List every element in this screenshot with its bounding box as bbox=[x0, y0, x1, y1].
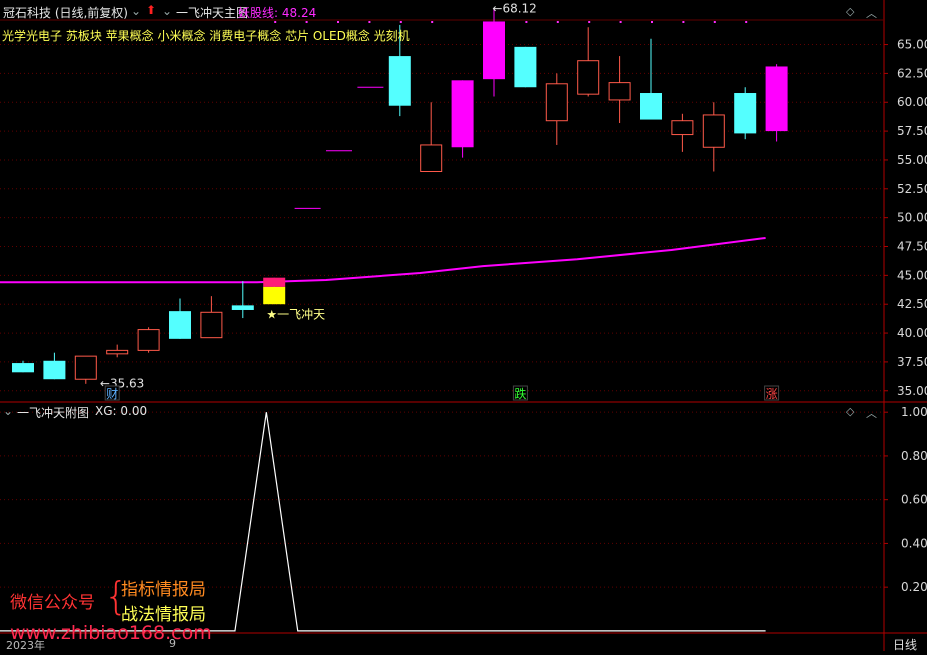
signal-dot bbox=[305, 21, 308, 23]
y-tick-label: 45.00 bbox=[897, 268, 927, 282]
signal-dot bbox=[682, 21, 685, 23]
candle-body bbox=[137, 329, 160, 351]
candle-body bbox=[12, 363, 34, 373]
candle-body bbox=[74, 355, 97, 380]
candle-body bbox=[514, 46, 537, 88]
candle-body bbox=[734, 93, 757, 134]
y-tick-label: 47.50 bbox=[897, 240, 927, 254]
signal-dot bbox=[619, 21, 622, 23]
diamond-icon[interactable]: ◇ bbox=[846, 5, 854, 18]
chart-canvas[interactable]: 35.00 37.50 40.00 42.50 45.00 47.50 50.00 52.50… bbox=[0, 0, 927, 651]
y-tick-label: 1.00 bbox=[901, 405, 927, 419]
candle-body bbox=[640, 93, 662, 120]
signal-dot bbox=[399, 21, 402, 23]
watermark-wechat: 微信公众号 bbox=[10, 593, 95, 613]
y-tick-label: 52.50 bbox=[897, 182, 927, 196]
dropdown-icon[interactable]: ⌄ bbox=[162, 4, 172, 18]
sub-dropdown-icon[interactable]: ⌄ bbox=[3, 404, 13, 418]
candle-body bbox=[545, 83, 568, 122]
signal-dot bbox=[556, 21, 559, 23]
candle-body bbox=[483, 21, 505, 80]
sub-indicator-title[interactable]: 一飞冲天附图 bbox=[17, 404, 89, 421]
period-button[interactable]: 日线 bbox=[893, 636, 917, 653]
y-tick-label: 0.80 bbox=[901, 449, 927, 463]
xg-value: XG: 0.00 bbox=[95, 404, 148, 418]
candle-body bbox=[420, 144, 443, 172]
candle-body bbox=[671, 120, 694, 136]
yaogu-line bbox=[0, 236, 766, 284]
yaogu-line-value: 妖股线: 48.24 bbox=[238, 6, 317, 20]
concept-tags: 光学光电子 苏板块 苹果概念 小米概念 消费电子概念 芯片 OLED概念 光刻机 bbox=[2, 29, 410, 43]
y-tick-label: 57.50 bbox=[897, 124, 927, 138]
y-tick-label: 0.60 bbox=[901, 493, 927, 507]
price-annotation: ←68.12 bbox=[492, 2, 536, 16]
signal-dot bbox=[525, 21, 528, 23]
y-tick-label: 35.00 bbox=[897, 384, 927, 398]
candle-body bbox=[263, 286, 286, 305]
signal-dot bbox=[368, 21, 371, 23]
signal-dot bbox=[713, 21, 716, 23]
diamond-icon[interactable]: ◇ bbox=[846, 405, 854, 418]
signal-dot bbox=[745, 21, 748, 23]
candle-body bbox=[577, 60, 600, 95]
signal-dot bbox=[651, 21, 653, 23]
y-tick-label: 40.00 bbox=[897, 326, 927, 340]
candle-body bbox=[263, 277, 286, 287]
candle-body bbox=[169, 311, 191, 339]
signal-dot bbox=[588, 21, 591, 23]
y-tick-label: 42.50 bbox=[897, 297, 927, 311]
y-tick-label: 55.00 bbox=[897, 153, 927, 167]
chevron-up-icon[interactable]: ︿ bbox=[866, 5, 877, 21]
candle-body bbox=[43, 360, 66, 380]
signal-dot bbox=[337, 21, 339, 23]
chevron-up-icon[interactable]: ︿ bbox=[866, 405, 877, 421]
signal-dot bbox=[431, 21, 434, 23]
y-tick-label: 65.00 bbox=[897, 38, 927, 52]
y-tick-label: 37.50 bbox=[897, 355, 927, 369]
stock-chart-window: 35.00 37.50 40.00 42.50 45.00 47.50 50.00 52.50… bbox=[0, 0, 927, 653]
candle-body bbox=[702, 114, 725, 148]
candle-body bbox=[106, 349, 129, 355]
stock-title: 冠石科技 (日线,前复权) bbox=[3, 6, 128, 20]
y-tick-label: 0.40 bbox=[901, 536, 927, 550]
y-tick-label: 50.00 bbox=[897, 211, 927, 225]
price-annotation: ★一飞冲天 bbox=[266, 307, 325, 322]
candle-body bbox=[388, 56, 411, 106]
candle-body bbox=[231, 305, 254, 310]
y-tick-label: 60.00 bbox=[897, 95, 927, 109]
candle-body bbox=[765, 66, 788, 132]
event-marker: 涨 bbox=[766, 386, 778, 401]
chevron-down-icon[interactable]: ⌄ bbox=[131, 4, 141, 18]
watermark-line1: 指标情报局 bbox=[121, 580, 206, 600]
month-label: 9 bbox=[169, 637, 176, 650]
candle-body bbox=[608, 82, 631, 101]
y-tick-label: 0.20 bbox=[901, 580, 927, 594]
event-marker: 财 bbox=[106, 387, 118, 401]
candle-body bbox=[200, 311, 223, 339]
arrow-up-icon: ⬆ bbox=[146, 3, 157, 17]
signal-dot bbox=[274, 21, 277, 23]
candle-body bbox=[451, 80, 474, 148]
y-tick-label: 62.50 bbox=[897, 66, 927, 80]
event-marker: 跌 bbox=[514, 386, 526, 401]
